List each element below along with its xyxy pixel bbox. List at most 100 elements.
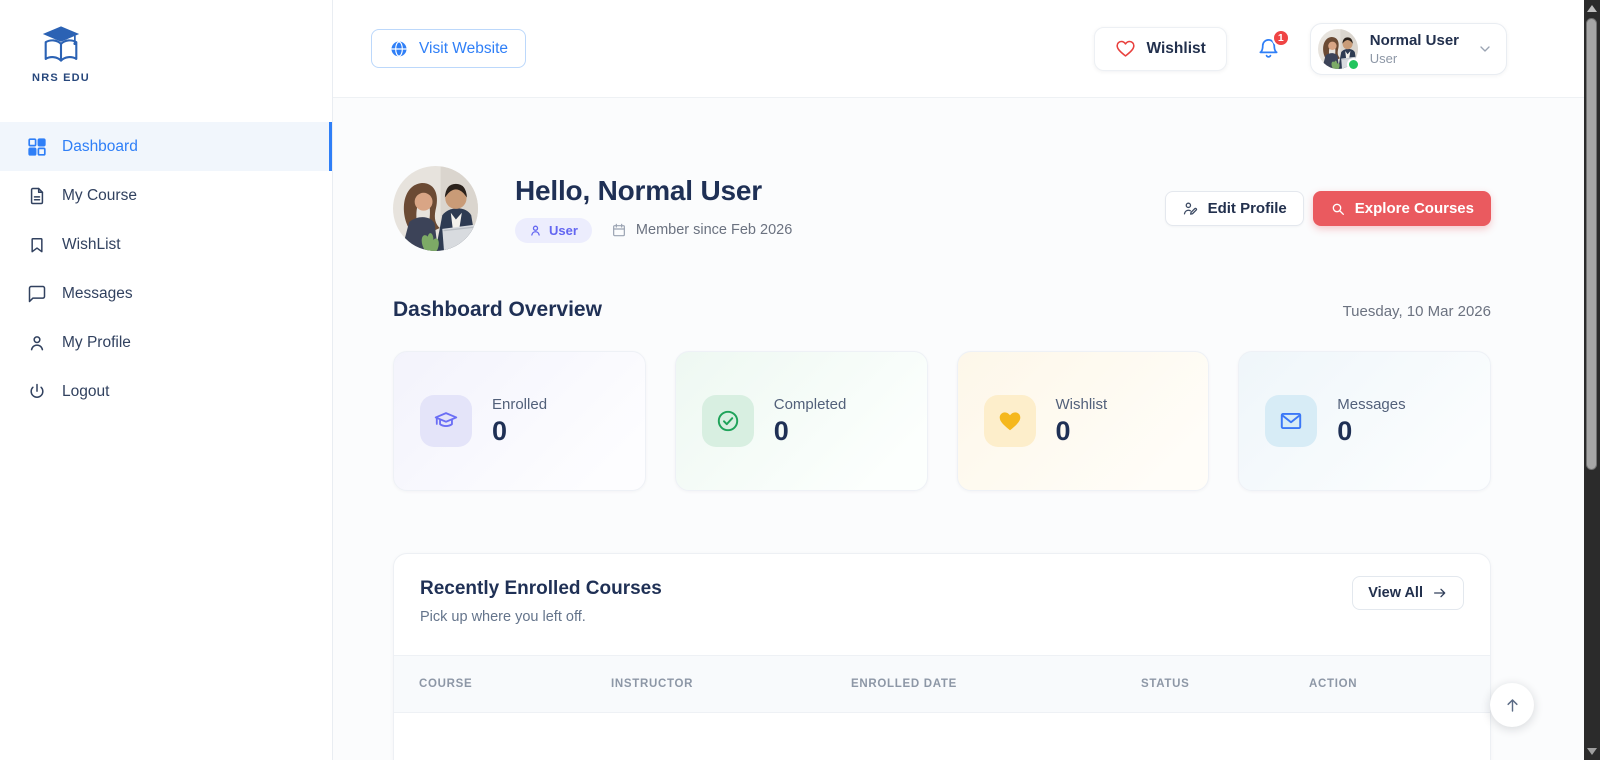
stat-text: Wishlist 0 <box>1056 396 1108 447</box>
overview-header: Dashboard Overview Tuesday, 10 Mar 2026 <box>393 298 1491 322</box>
chevron-down-icon <box>1477 41 1493 57</box>
sidebar-item-label: My Profile <box>62 334 131 352</box>
topbar-right: Wishlist 1 Normal User User <box>1094 23 1508 75</box>
visit-website-label: Visit Website <box>419 40 508 58</box>
dashboard-grid-icon <box>27 137 47 157</box>
heart-filled-icon <box>984 395 1036 447</box>
column-instructor: INSTRUCTOR <box>586 678 826 690</box>
profile-avatar <box>393 166 478 251</box>
main-content: Hello, Normal User User Memb <box>333 98 1584 760</box>
courses-table-header: COURSE INSTRUCTOR ENROLLED DATE STATUS A… <box>394 655 1490 713</box>
stats-row: Enrolled 0 Completed 0 <box>393 351 1491 491</box>
brand-logo[interactable]: NRS EDU <box>6 24 116 84</box>
recent-courses-subtitle: Pick up where you left off. <box>420 609 1464 625</box>
edit-profile-label: Edit Profile <box>1208 200 1287 217</box>
user-pen-icon <box>1182 200 1199 217</box>
scrollbar-down-arrow[interactable] <box>1587 748 1597 755</box>
stat-label: Wishlist <box>1056 396 1108 413</box>
column-action: ACTION <box>1284 678 1490 690</box>
stat-value: 0 <box>1056 416 1108 447</box>
calendar-icon <box>611 222 627 238</box>
stat-value: 0 <box>774 416 847 447</box>
stat-card-completed: Completed 0 <box>675 351 928 491</box>
sidebar-item-label: My Course <box>62 187 137 205</box>
view-all-button[interactable]: View All <box>1352 576 1464 610</box>
brand-name: NRS EDU <box>32 72 90 84</box>
member-since: Member since Feb 2026 <box>611 222 792 238</box>
bookmark-icon <box>27 235 47 255</box>
recent-courses-card: Recently Enrolled Courses Pick up where … <box>393 553 1491 760</box>
wishlist-button[interactable]: Wishlist <box>1094 27 1227 71</box>
recent-courses-header: Recently Enrolled Courses Pick up where … <box>394 554 1490 625</box>
stat-value: 0 <box>492 416 547 447</box>
sidebar-item-wishlist[interactable]: WishList <box>0 220 332 269</box>
badge-user-icon <box>529 224 542 237</box>
sidebar-item-my-profile[interactable]: My Profile <box>0 318 332 367</box>
visit-website-button[interactable]: Visit Website <box>371 29 526 68</box>
sidebar-nav: Dashboard My Course WishList Message <box>0 122 332 416</box>
profile-hero: Hello, Normal User User Memb <box>393 166 1491 251</box>
chat-bubble-icon <box>27 284 47 304</box>
column-status: STATUS <box>1116 678 1284 690</box>
hero-actions: Edit Profile Explore Courses <box>1165 191 1491 226</box>
wishlist-label: Wishlist <box>1147 40 1206 58</box>
document-icon <box>27 186 47 206</box>
stat-value: 0 <box>1337 416 1405 447</box>
user-role: User <box>1370 51 1459 66</box>
view-all-label: View All <box>1368 585 1423 601</box>
heart-icon <box>1115 38 1136 59</box>
stat-text: Messages 0 <box>1337 396 1405 447</box>
stat-label: Enrolled <box>492 396 547 413</box>
user-menu[interactable]: Normal User User <box>1310 23 1507 75</box>
overview-date: Tuesday, 10 Mar 2026 <box>1343 303 1491 320</box>
sidebar-item-label: Logout <box>62 383 109 401</box>
sidebar-item-messages[interactable]: Messages <box>0 269 332 318</box>
hero-text: Hello, Normal User User Memb <box>515 175 792 243</box>
explore-courses-label: Explore Courses <box>1355 200 1474 217</box>
role-badge: User <box>515 218 592 243</box>
power-icon <box>27 382 47 402</box>
greeting-title: Hello, Normal User <box>515 175 792 207</box>
scrollbar-thumb[interactable] <box>1586 18 1597 470</box>
search-icon <box>1330 201 1346 217</box>
notification-badge: 1 <box>1272 29 1290 47</box>
notifications-button[interactable]: 1 <box>1257 37 1280 60</box>
stat-card-enrolled: Enrolled 0 <box>393 351 646 491</box>
topbar: Visit Website Wishlist 1 <box>333 0 1584 98</box>
stat-text: Enrolled 0 <box>492 396 547 447</box>
arrow-right-icon <box>1432 585 1448 601</box>
stat-card-wishlist: Wishlist 0 <box>957 351 1210 491</box>
sidebar: NRS EDU Dashboard My Course <box>0 0 333 760</box>
recent-courses-title: Recently Enrolled Courses <box>420 578 1464 600</box>
online-status-dot <box>1347 58 1360 71</box>
sidebar-item-label: WishList <box>62 236 121 254</box>
stat-card-messages: Messages 0 <box>1238 351 1491 491</box>
check-circle-icon <box>702 395 754 447</box>
explore-courses-button[interactable]: Explore Courses <box>1313 191 1491 226</box>
sidebar-item-label: Dashboard <box>62 138 138 156</box>
member-since-label: Member since Feb 2026 <box>636 222 792 238</box>
hero-meta: User Member since Feb 2026 <box>515 218 792 243</box>
arrow-up-icon <box>1503 696 1522 715</box>
sidebar-item-logout[interactable]: Logout <box>0 367 332 416</box>
user-icon <box>27 333 47 353</box>
envelope-icon <box>1265 395 1317 447</box>
graduation-cap-icon <box>420 395 472 447</box>
overview-title: Dashboard Overview <box>393 298 602 322</box>
edit-profile-button[interactable]: Edit Profile <box>1165 191 1304 226</box>
stat-text: Completed 0 <box>774 396 847 447</box>
column-enrolled-date: ENROLLED DATE <box>826 678 1116 690</box>
sidebar-item-my-course[interactable]: My Course <box>0 171 332 220</box>
dashboard-page: NRS EDU Dashboard My Course <box>0 0 1600 760</box>
user-meta: Normal User User <box>1370 32 1459 66</box>
nrs-logo-icon <box>38 24 84 68</box>
globe-icon <box>389 39 409 59</box>
column-course: COURSE <box>394 678 586 690</box>
user-name: Normal User <box>1370 32 1459 50</box>
scroll-to-top-button[interactable] <box>1490 683 1534 727</box>
scrollbar-up-arrow[interactable] <box>1587 5 1597 12</box>
vertical-scrollbar[interactable] <box>1584 0 1600 760</box>
sidebar-item-label: Messages <box>62 285 133 303</box>
stat-label: Messages <box>1337 396 1405 413</box>
sidebar-item-dashboard[interactable]: Dashboard <box>0 122 332 171</box>
